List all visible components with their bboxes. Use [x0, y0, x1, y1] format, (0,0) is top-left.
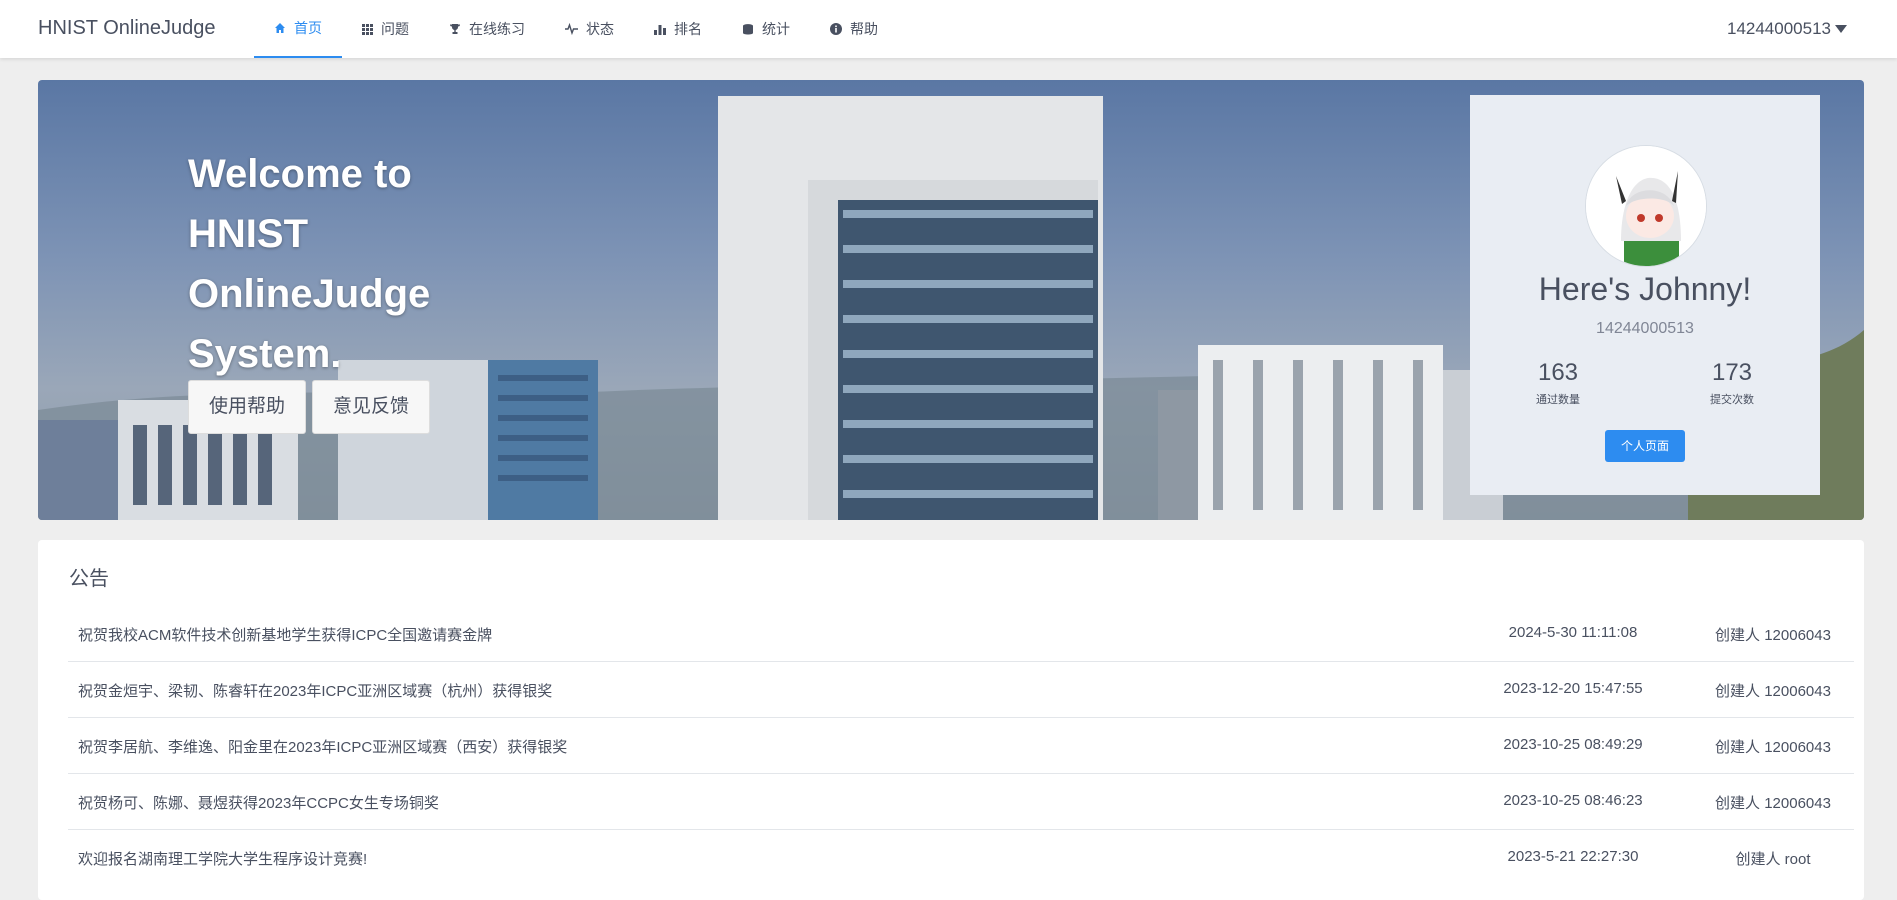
hero-banner: Welcome to HNIST OnlineJudge System. 使用帮…	[38, 80, 1864, 520]
announcement-creator: 创建人 12006043	[1715, 627, 1831, 644]
feedback-button[interactable]: 意见反馈	[312, 380, 431, 434]
menu-label-problems: 问题	[381, 21, 409, 37]
profile-card: Here's Johnny! 14244000513 163 通过数量 173 …	[1470, 95, 1820, 495]
info-icon	[830, 23, 842, 35]
menu-label-practice: 在线练习	[469, 21, 525, 37]
submissions-count: 173	[1711, 359, 1753, 386]
announcement-date: 2023-10-25 08:46:23	[1503, 792, 1643, 809]
menu-item-practice[interactable]: 在线练习	[429, 0, 545, 58]
menu-label-status: 状态	[586, 21, 614, 37]
database-icon	[743, 24, 753, 35]
site-brand[interactable]: HNIST OnlineJudge	[38, 17, 216, 40]
list-item[interactable]: 欢迎报名湖南理工学院大学生程序设计竞赛! 2023-5-21 22:27:30 …	[68, 830, 1854, 885]
solved-label: 通过数量	[1536, 394, 1580, 406]
solved-count: 163	[1537, 359, 1579, 386]
announcement-date: 2023-5-21 22:27:30	[1507, 848, 1639, 865]
announcement-date: 2024-5-30 11:11:08	[1508, 624, 1638, 641]
announcement-creator: 创建人 12006043	[1715, 739, 1831, 756]
announcement-link[interactable]: 欢迎报名湖南理工学院大学生程序设计竞赛!	[78, 848, 367, 869]
profile-page-button[interactable]: 个人页面	[1605, 430, 1685, 462]
grid-icon	[362, 23, 373, 35]
announcement-link[interactable]: 祝贺金烜宇、梁韧、陈睿轩在2023年ICPC亚洲区域赛（杭州）获得银奖	[78, 680, 552, 701]
submissions-stat: 173 提交次数	[1672, 359, 1792, 407]
menu-label-help: 帮助	[850, 21, 878, 37]
profile-username: 14244000513	[1596, 320, 1694, 337]
home-icon	[275, 23, 285, 33]
list-item[interactable]: 祝贺李居航、李维逸、阳金里在2023年ICPC亚洲区域赛（西安）获得银奖 202…	[68, 718, 1854, 774]
announcement-panel: 公告 祝贺我校ACM软件技术创新基地学生获得ICPC全国邀请赛金牌 2024-5…	[38, 540, 1864, 900]
avatar-image	[1586, 146, 1706, 266]
top-navbar: HNIST OnlineJudge 首页 问题 在线练习 状态 排名 统计 帮助	[0, 0, 1897, 58]
greeting: Here's Johnny!	[1538, 271, 1752, 307]
welcome-heading: Welcome to HNIST OnlineJudge System.	[188, 152, 431, 376]
avatar[interactable]	[1585, 145, 1707, 267]
list-item[interactable]: 祝贺我校ACM软件技术创新基地学生获得ICPC全国邀请赛金牌 2024-5-30…	[68, 606, 1854, 662]
menu-item-stats[interactable]: 统计	[722, 0, 810, 58]
banner-actions: 使用帮助 意见反馈	[188, 380, 431, 434]
list-item[interactable]: 祝贺杨可、陈娜、聂煜获得2023年CCPC女生专场铜奖 2023-10-25 0…	[68, 774, 1854, 830]
menu-label-rank: 排名	[674, 21, 702, 37]
pulse-icon	[565, 23, 578, 35]
menu-label-home: 首页	[294, 20, 322, 36]
announcement-link[interactable]: 祝贺杨可、陈娜、聂煜获得2023年CCPC女生专场铜奖	[78, 792, 439, 813]
list-item[interactable]: 祝贺金烜宇、梁韧、陈睿轩在2023年ICPC亚洲区域赛（杭州）获得银奖 2023…	[68, 662, 1854, 718]
announcement-date: 2023-10-25 08:49:29	[1503, 736, 1643, 753]
submissions-label: 提交次数	[1710, 394, 1754, 406]
announcement-list: 祝贺我校ACM软件技术创新基地学生获得ICPC全国邀请赛金牌 2024-5-30…	[68, 606, 1854, 885]
caret-down-icon	[1835, 25, 1847, 33]
user-dropdown[interactable]: 14244000513	[1727, 19, 1847, 39]
announcement-date: 2023-12-20 15:47:55	[1503, 680, 1643, 697]
solved-stat: 163 通过数量	[1498, 359, 1618, 407]
help-guide-button[interactable]: 使用帮助	[188, 380, 307, 434]
announcement-creator: 创建人 12006043	[1715, 795, 1831, 812]
announcement-link[interactable]: 祝贺我校ACM软件技术创新基地学生获得ICPC全国邀请赛金牌	[78, 624, 492, 645]
menu-item-status[interactable]: 状态	[545, 0, 634, 58]
announcement-creator: 创建人 12006043	[1715, 683, 1831, 700]
menu-item-help[interactable]: 帮助	[810, 0, 898, 58]
menu-item-home[interactable]: 首页	[254, 0, 342, 58]
announcement-title: 公告	[69, 568, 109, 590]
menu-label-stats: 统计	[762, 21, 790, 37]
user-name: 14244000513	[1726, 19, 1831, 38]
announcement-creator: 创建人 root	[1735, 851, 1811, 868]
menu-item-problems[interactable]: 问题	[342, 0, 429, 58]
announcement-link[interactable]: 祝贺李居航、李维逸、阳金里在2023年ICPC亚洲区域赛（西安）获得银奖	[78, 736, 567, 757]
trophy-icon	[450, 24, 460, 34]
main-menu: 首页 问题 在线练习 状态 排名 统计 帮助	[254, 0, 898, 58]
bar-chart-icon	[654, 25, 666, 35]
menu-item-rank[interactable]: 排名	[634, 0, 722, 58]
